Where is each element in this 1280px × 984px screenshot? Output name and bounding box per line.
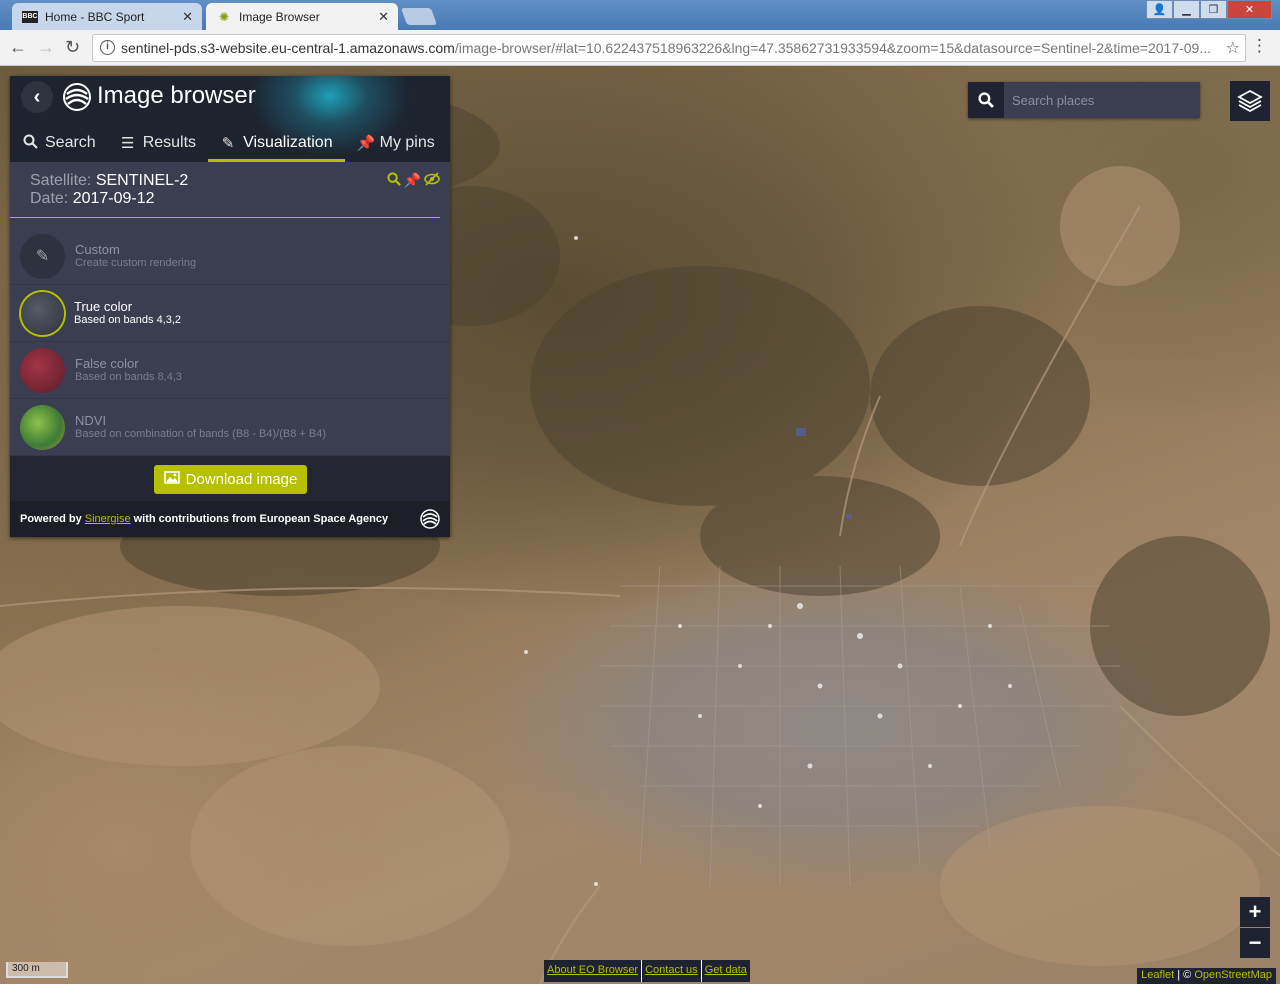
back-arrow-icon[interactable]: ← bbox=[9, 37, 27, 58]
search-icon bbox=[22, 134, 38, 153]
viz-desc: Based on combination of bands (B8 - B4)/… bbox=[75, 428, 327, 440]
close-tab-icon[interactable]: ✕ bbox=[378, 9, 389, 25]
bottom-links: About EO Browser Contact us Get data bbox=[544, 960, 750, 982]
pin-tile-icon[interactable]: 📌 bbox=[404, 172, 421, 189]
user-icon[interactable]: 👤 bbox=[1146, 0, 1173, 19]
tab-search[interactable]: Search bbox=[10, 124, 108, 162]
tab-title: Home - BBC Sport bbox=[45, 9, 145, 24]
tile-actions: 📌 bbox=[386, 172, 440, 189]
new-tab-button[interactable] bbox=[400, 8, 438, 25]
satellite-row: Satellite: SENTINEL-2 bbox=[30, 172, 420, 190]
viz-name: False color bbox=[75, 356, 139, 371]
hide-tile-icon[interactable] bbox=[424, 172, 440, 189]
footer-prefix: Powered by bbox=[20, 513, 82, 525]
map-scale: 300 m bbox=[6, 962, 68, 978]
leaflet-link[interactable]: Leaflet bbox=[1141, 969, 1174, 981]
viz-option-ndvi[interactable]: NDVI Based on combination of bands (B8 -… bbox=[10, 399, 450, 456]
search-icon bbox=[978, 92, 994, 108]
tab-label: Visualization bbox=[243, 134, 333, 151]
browser-titlebar: BBC Home - BBC Sport ✕ ✺ Image Browser ✕… bbox=[0, 0, 1280, 30]
image-browser-panel: ‹ Image browser Search ☰ Results ✎ Visua… bbox=[10, 76, 450, 537]
map-attribution: Leaflet | © OpenStreetMap bbox=[1137, 968, 1276, 984]
close-tab-icon[interactable]: ✕ bbox=[182, 9, 193, 25]
url-host: sentinel-pds.s3-website.eu-central-1.ama… bbox=[121, 40, 455, 56]
viz-name: Custom bbox=[75, 242, 120, 257]
browser-toolbar: ← → ↻ i sentinel-pds.s3-website.eu-centr… bbox=[0, 30, 1280, 66]
forward-arrow-icon[interactable]: → bbox=[37, 37, 55, 58]
download-image-button[interactable]: Download image bbox=[154, 465, 307, 494]
tab-my-pins[interactable]: 📌 My pins bbox=[345, 124, 447, 162]
satellite-label: Satellite: bbox=[30, 172, 92, 189]
sliders-icon: ☰ bbox=[120, 135, 135, 152]
panel-header: ‹ Image browser Search ☰ Results ✎ Visua… bbox=[10, 76, 450, 162]
custom-brush-icon: ✎ bbox=[20, 233, 65, 279]
viz-desc: Based on bands 4,3,2 bbox=[74, 314, 182, 326]
zoom-out-button[interactable]: − bbox=[1240, 928, 1270, 958]
reload-icon[interactable]: ↻ bbox=[65, 37, 80, 58]
address-bar[interactable]: i sentinel-pds.s3-website.eu-central-1.a… bbox=[92, 34, 1246, 62]
panel-title: Image browser bbox=[97, 82, 256, 109]
sinergise-link[interactable]: Sinergise bbox=[85, 513, 131, 525]
bbc-favicon-icon: BBC bbox=[22, 10, 38, 23]
satellite-info: Satellite: SENTINEL-2 Date: 2017-09-12 📌 bbox=[10, 162, 440, 218]
zoom-control: + − bbox=[1240, 897, 1270, 959]
sinergise-favicon-icon: ✺ bbox=[218, 9, 230, 24]
tab-label: Results bbox=[142, 134, 197, 151]
viz-name: True color bbox=[74, 299, 133, 314]
browser-tab-bbc[interactable]: BBC Home - BBC Sport ✕ bbox=[12, 3, 202, 30]
info-icon[interactable]: i bbox=[100, 40, 115, 55]
tab-label: My pins bbox=[379, 134, 435, 151]
download-label: Download image bbox=[185, 471, 298, 488]
bookmark-star-icon[interactable]: ☆ bbox=[1226, 38, 1240, 58]
search-places-button[interactable] bbox=[968, 82, 1004, 118]
attribution-separator: | © bbox=[1174, 969, 1195, 981]
ndvi-thumbnail bbox=[20, 404, 65, 450]
date-value: 2017-09-12 bbox=[72, 190, 155, 207]
browser-menu-icon[interactable]: ⋮ bbox=[1251, 36, 1268, 56]
search-places-input[interactable] bbox=[1004, 82, 1200, 118]
panel-tabs: Search ☰ Results ✎ Visualization 📌 My pi… bbox=[10, 124, 450, 162]
collapse-panel-button[interactable]: ‹ bbox=[21, 81, 53, 113]
viz-name: NDVI bbox=[75, 413, 107, 428]
maximize-button[interactable]: ❐ bbox=[1200, 0, 1227, 19]
tab-results[interactable]: ☰ Results bbox=[108, 124, 208, 162]
tab-label: Search bbox=[45, 134, 96, 151]
url-path: /image-browser/#lat=10.622437518963226&l… bbox=[454, 40, 1212, 56]
date-row: Date: 2017-09-12 bbox=[30, 190, 420, 208]
layers-icon bbox=[1237, 89, 1263, 113]
panel-footer: Powered by Sinergise with contributions … bbox=[10, 501, 450, 537]
viz-option-custom[interactable]: ✎ Custom Create custom rendering bbox=[10, 228, 450, 285]
close-window-button[interactable]: ✕ bbox=[1227, 0, 1272, 19]
pin-icon: 📌 bbox=[356, 135, 376, 152]
visualization-list: ✎ Custom Create custom rendering True co… bbox=[10, 228, 450, 456]
sinergise-logo-icon bbox=[63, 83, 91, 111]
date-label: Date: bbox=[30, 190, 69, 207]
search-places-box bbox=[968, 82, 1200, 118]
layers-button[interactable] bbox=[1230, 81, 1270, 121]
footer-suffix: with contributions from European Space A… bbox=[133, 513, 389, 525]
brush-icon: ✎ bbox=[221, 135, 235, 152]
zoom-to-tile-icon[interactable] bbox=[386, 172, 401, 189]
minimize-button[interactable]: ▁ bbox=[1173, 0, 1200, 19]
tab-visualization[interactable]: ✎ Visualization bbox=[208, 124, 345, 162]
sinergise-footer-logo-icon bbox=[420, 509, 440, 529]
viz-desc: Based on bands 8,4,3 bbox=[75, 371, 183, 383]
satellite-value: SENTINEL-2 bbox=[95, 172, 189, 189]
contact-us-link[interactable]: Contact us bbox=[642, 960, 702, 982]
viz-desc: Create custom rendering bbox=[75, 257, 197, 269]
window-controls: 👤 ▁ ❐ ✕ bbox=[1146, 0, 1272, 20]
true-color-thumbnail bbox=[21, 291, 64, 335]
browser-tab-image-browser[interactable]: ✺ Image Browser ✕ bbox=[206, 3, 398, 30]
false-color-thumbnail bbox=[20, 347, 65, 393]
tab-title: Image Browser bbox=[239, 9, 320, 24]
get-data-link[interactable]: Get data bbox=[702, 960, 750, 982]
openstreetmap-link[interactable]: OpenStreetMap bbox=[1194, 969, 1272, 981]
zoom-in-button[interactable]: + bbox=[1240, 897, 1270, 927]
about-eo-browser-link[interactable]: About EO Browser bbox=[544, 960, 643, 982]
viz-option-true-color[interactable]: True color Based on bands 4,3,2 bbox=[10, 285, 450, 342]
viz-option-false-color[interactable]: False color Based on bands 8,4,3 bbox=[10, 342, 450, 399]
image-icon bbox=[163, 471, 180, 488]
download-area: Download image bbox=[10, 456, 450, 501]
